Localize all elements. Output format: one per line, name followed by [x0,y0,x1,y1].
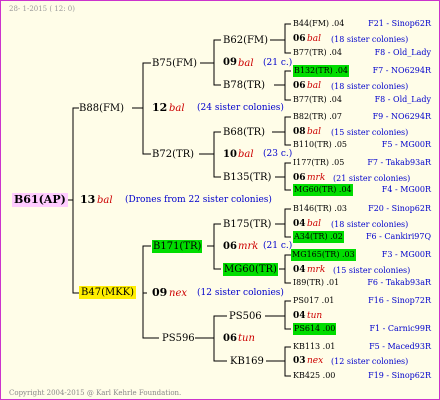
g2-a-queen[interactable]: B75(FM) [152,57,197,70]
g4-queen-3[interactable]: B132(TR) .04 [293,65,350,77]
g3-generation-2: 06 [293,81,306,91]
g3-generation-6: 04 [293,265,306,275]
g4-queen-2[interactable]: B77(TR) .04 [293,47,342,59]
g4-location-13: F16 - Sinop72R [368,296,431,305]
g4-location-7: F7 - Takab93aR [367,158,431,167]
g3-queen-7[interactable]: PS506 [229,310,262,323]
g4-queen-1[interactable]: B44(FM) .04 [293,18,344,30]
g2-b-note: (23 c.) [263,149,293,159]
g4-queen-14[interactable]: PS614 .00 [293,323,337,335]
g4-queen-11[interactable]: MG165(TR) .03 [291,249,356,261]
g2-d-generation: 06 [223,333,237,344]
g3-note-3: (15 sister colonies) [331,128,409,137]
footer-copyright: Copyright 2004-2015 @ Karl Kehrle Founda… [9,389,182,397]
g3-queen-5[interactable]: B175(TR) [223,218,271,231]
g1-bottom-sire: nex [169,288,187,299]
g4-location-12: F6 - Takab93aR [367,278,431,287]
g4-location-14: F1 - Carnic99R [369,324,431,333]
g4-location-11: F3 - MG00R [381,250,431,259]
g3-sire-7: tun [307,311,323,321]
g4-location-5: F9 - NO6294R [372,112,431,121]
g4-queen-12[interactable]: I89(TR) .01 [293,277,339,289]
g4-queen-15[interactable]: KB113 .01 [293,341,335,353]
g2-b-sire: bal [238,149,254,160]
g3-note-1: (18 sister colonies) [331,35,409,44]
g2-d-sire: tun [238,333,255,344]
g4-location-8: F4 - MG00R [381,185,431,194]
g1-top-sire: bal [169,103,185,114]
g4-queen-8[interactable]: MG60(TR) .04 [293,184,353,196]
g3-sire-1: bal [307,34,322,44]
g3-generation-7: 04 [293,311,306,321]
g3-note-6: (15 sister colonies) [333,266,411,275]
root-generation: 13 [80,193,96,206]
g4-location-6: F5 - MG00R [381,140,431,149]
g2-a-note: (21 c.) [263,58,293,68]
g3-sire-6: mrk [307,265,326,275]
g3-generation-8: 03 [293,356,306,366]
g2-b-queen[interactable]: B72(TR) [152,148,194,161]
g4-queen-10[interactable]: A34(TR) .02 [293,231,344,243]
g2-c-note: (21 c.) [263,241,293,251]
g2-a-generation: 09 [223,57,237,68]
g4-queen-7[interactable]: I177(TR) .05 [293,157,344,169]
root-queen[interactable]: B61(AP) [12,193,68,207]
g2-c-sire: mrk [238,241,259,252]
g3-queen-2[interactable]: B78(TR) [223,79,265,92]
g4-location-10: F6 - Cankiri97Q [366,232,431,241]
header-timestamp: 28- 1-2015 ( 12: 0) [9,5,75,13]
g3-note-2: (18 sister colonies) [331,82,409,91]
g4-queen-9[interactable]: B146(TR) .03 [293,203,347,215]
g4-location-4: F8 - Old_Lady [374,95,431,104]
g4-queen-16[interactable]: KB425 .00 [293,370,335,382]
g3-sire-8: nex [307,356,324,366]
g4-location-9: F20 - Sinop62R [368,204,431,213]
g4-location-3: F7 - NO6294R [372,66,431,75]
root-note: (Drones from 22 sister colonies) [125,195,272,205]
g4-location-1: F21 - Sinop62R [368,19,431,28]
g3-queen-4[interactable]: B135(TR) [223,171,271,184]
g3-queen-6[interactable]: MG60(TR) [223,263,278,276]
g2-c-generation: 06 [223,241,237,252]
g3-queen-1[interactable]: B62(FM) [223,34,268,47]
g1-bottom-note: (12 sister colonies) [197,288,284,298]
pedigree-panel: 28- 1-2015 ( 12: 0) B61(AP) 13 bal (Dron… [0,0,440,400]
g2-b-generation: 10 [223,149,237,160]
root-sire: bal [97,195,113,206]
g4-location-2: F8 - Old_Lady [374,48,431,57]
g3-sire-3: bal [307,127,322,137]
g2-c-queen[interactable]: B171(TR) [152,240,203,253]
g3-queen-3[interactable]: B68(TR) [223,126,265,139]
g3-generation-5: 04 [293,219,306,229]
g3-generation-3: 08 [293,127,306,137]
g4-queen-5[interactable]: B82(TR) .07 [293,111,342,123]
g3-sire-4: mrk [307,173,326,183]
g2-a-sire: bal [238,58,254,69]
g4-queen-13[interactable]: PS017 .01 [293,295,334,307]
g1-top-note: (24 sister colonies) [197,103,284,113]
g1-bottom-generation: 09 [152,286,168,299]
g3-note-8: (12 sister colonies) [331,357,409,366]
g3-sire-5: bal [307,219,322,229]
g3-queen-8[interactable]: KB169 [230,355,264,368]
g1-top-generation: 12 [152,101,168,114]
g3-generation-1: 06 [293,34,306,44]
g2-d-queen[interactable]: PS596 [162,332,195,345]
g4-queen-4[interactable]: B77(TR) .04 [293,94,342,106]
g4-location-15: F5 - Maced93R [369,342,431,351]
g4-queen-6[interactable]: B110(TR) .05 [293,139,347,151]
g3-note-5: (18 sister colonies) [331,220,409,229]
g3-sire-2: bal [307,81,322,91]
g3-generation-4: 06 [293,173,306,183]
g1-bottom-queen[interactable]: B47(MKK) [79,286,137,299]
g1-top-queen[interactable]: B88(FM) [79,102,124,115]
g4-location-16: F19 - Sinop62R [368,371,431,380]
